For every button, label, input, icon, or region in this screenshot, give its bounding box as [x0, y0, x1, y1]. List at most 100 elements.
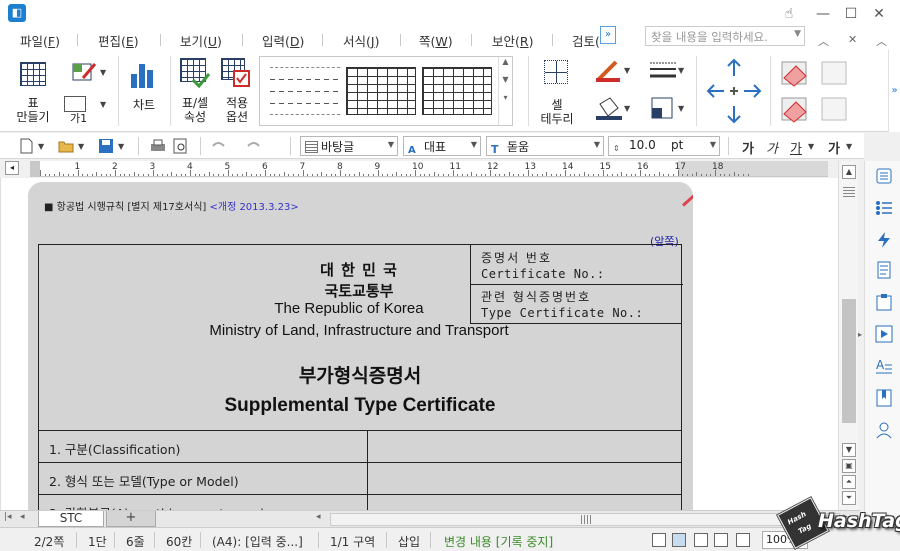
redo-icon[interactable] — [246, 138, 262, 154]
menu-insert[interactable]: 입력(D) — [262, 31, 304, 50]
gallery-scroll[interactable]: ▲ ▼ ▾ — [498, 57, 512, 125]
table-style-grid-alt[interactable] — [422, 67, 492, 115]
table-cell-props-button[interactable]: 표/셀 속성 — [175, 54, 215, 130]
horizontal-ruler[interactable]: 1 2 3 4 5 6 7 8 9 10 11 12 13 14 15 16 17 18 — [30, 161, 828, 177]
underline-button[interactable]: 가 — [790, 138, 802, 157]
table-row[interactable]: 1. 구분(Classification) — [39, 430, 681, 463]
document-icon[interactable] — [875, 261, 893, 279]
split-handle[interactable] — [843, 187, 855, 197]
font-size-select[interactable]: ⇕ 10.0 pt ▼ — [608, 136, 720, 156]
status-page[interactable]: 2/2쪽 — [34, 533, 64, 550]
open-folder-icon[interactable] — [58, 138, 74, 154]
vertical-scrollbar[interactable]: ▲ ▼ ▣ ⏶ ⏷ — [838, 161, 858, 510]
menu-security[interactable]: 보안(R) — [492, 31, 533, 50]
hscroll-left-icon[interactable]: ◂ — [316, 512, 321, 522]
help-icon[interactable]: ︿ — [876, 33, 887, 49]
scroll-thumb[interactable] — [842, 299, 856, 423]
search-dropdown-icon[interactable]: ▼ — [794, 29, 801, 39]
tab-stc[interactable]: STC — [38, 511, 104, 527]
republic-en: The Republic of Korea — [274, 300, 424, 317]
menu-view[interactable]: 보기(U) — [180, 31, 222, 50]
menu-file[interactable]: 파일(F) — [20, 31, 60, 50]
add-tab-button[interactable]: + — [106, 511, 156, 527]
italic-button[interactable]: 가 — [766, 138, 778, 157]
side-panel-icon[interactable] — [875, 167, 893, 185]
tab-prev-icon[interactable]: ◂ — [20, 512, 25, 522]
font-select[interactable]: T 돋움 ▼ — [486, 136, 604, 156]
ruler-tick — [143, 174, 145, 176]
save-icon[interactable] — [98, 138, 114, 154]
tab-first-icon[interactable]: |◂ — [4, 512, 12, 522]
lightning-icon[interactable] — [875, 231, 893, 249]
maximize-button[interactable]: ☐ — [840, 4, 862, 24]
cell-shade-button[interactable]: ▼ — [586, 96, 632, 124]
cell-fill-button[interactable]: ▼ — [62, 60, 108, 86]
view-outline-button[interactable] — [736, 533, 750, 547]
touch-mode-icon[interactable]: ☝ — [778, 4, 800, 24]
page-view-button[interactable]: ▣ — [842, 459, 856, 473]
status-insert-mode[interactable]: 삽입 — [398, 533, 420, 550]
user-icon[interactable] — [875, 421, 893, 439]
table-style-gallery[interactable]: ▲ ▼ ▾ — [259, 56, 513, 126]
view-page-button[interactable] — [672, 533, 686, 547]
view-normal-button[interactable] — [652, 533, 666, 547]
ribbon-expand-button[interactable]: » — [888, 50, 900, 132]
bookmark-icon[interactable] — [875, 389, 893, 407]
close-button[interactable]: ✕ — [868, 4, 890, 24]
table-make-button[interactable]: 표 만들기 — [8, 54, 58, 130]
text-style-icon[interactable]: A — [875, 357, 893, 375]
undo-icon[interactable] — [210, 138, 226, 154]
clipboard-icon[interactable] — [875, 293, 893, 311]
cell-border-button[interactable]: 셀 테두리 — [534, 54, 580, 130]
apply-options-button[interactable]: 적용 옵션 — [217, 54, 257, 130]
search-input[interactable]: 찾을 내용을 입력하세요. ▼ — [645, 26, 805, 46]
app-logo-icon[interactable]: ◧ — [8, 4, 26, 22]
prev-page-button[interactable]: ⏶ — [842, 475, 856, 489]
scroll-down-button[interactable]: ▼ — [842, 443, 856, 457]
cell-delete-tools[interactable] — [778, 58, 868, 128]
menu-review[interactable]: 검토( — [572, 31, 600, 50]
new-document-icon[interactable] — [18, 138, 34, 154]
table-row[interactable]: 2. 형식 또는 모델(Type or Model) — [39, 462, 681, 495]
minimize-button[interactable]: — — [812, 4, 834, 24]
ga1-button[interactable]: ▼ 가1 — [62, 96, 108, 126]
cell-brush-button[interactable]: ▼ — [586, 58, 632, 86]
view-zoom-button[interactable] — [714, 533, 728, 547]
style-select[interactable]: 바탕글 ▼ — [300, 136, 398, 156]
cell-insert-arrows[interactable] — [704, 56, 764, 126]
bullet-list-icon[interactable] — [875, 199, 893, 217]
ruler-number: 15 — [599, 162, 611, 172]
collapse-ribbon-icon[interactable]: ︿ — [818, 33, 829, 49]
menu-expand-button[interactable]: » — [600, 26, 616, 44]
table-style-grid[interactable] — [346, 67, 416, 115]
cell-split-button[interactable]: ▼ — [640, 96, 686, 124]
document-area[interactable]: ■ 항공법 시행규칙 [별지 제17호서식] <개정 2013.3.23> (앞… — [0, 178, 838, 522]
language-select[interactable]: A 대표 ▼ — [403, 136, 481, 156]
strikethrough-button[interactable]: 가 — [828, 138, 840, 157]
ruler-tick — [719, 174, 721, 176]
play-icon[interactable] — [875, 325, 893, 343]
eraser-icon — [781, 61, 847, 123]
close-doc-icon[interactable]: ✕ — [848, 33, 857, 46]
ruler-tick — [560, 174, 562, 176]
menu-page[interactable]: 쪽(W) — [419, 31, 453, 50]
menu-edit[interactable]: 편집(E) — [98, 31, 139, 50]
chart-button[interactable]: 차트 — [124, 54, 164, 130]
status-line: 6줄 — [126, 535, 145, 549]
ruler-tick — [400, 174, 402, 176]
print-icon[interactable] — [150, 138, 166, 154]
horizontal-scrollbar[interactable] — [330, 513, 840, 526]
status-track-changes[interactable]: 변경 내용 [기록 중지] — [444, 533, 553, 550]
scroll-up-button[interactable]: ▲ — [842, 165, 856, 179]
line-style-button[interactable]: ▼ — [640, 58, 686, 86]
ruler-tick — [677, 170, 679, 176]
table-style-dashed[interactable] — [270, 67, 340, 115]
bold-button[interactable]: 가 — [742, 138, 754, 157]
ruler-toggle-button[interactable]: ◂ — [5, 161, 19, 175]
law-reference: ■ 항공법 시행규칙 [별지 제17호서식] <개정 2013.3.23> — [44, 202, 299, 213]
view-web-button[interactable] — [694, 533, 708, 547]
menu-format[interactable]: 서식(J) — [343, 31, 379, 50]
print-preview-icon[interactable] — [172, 138, 188, 154]
document-page[interactable]: ■ 항공법 시행규칙 [별지 제17호서식] <개정 2013.3.23> (앞… — [28, 182, 693, 522]
ruler-tick — [96, 172, 98, 176]
